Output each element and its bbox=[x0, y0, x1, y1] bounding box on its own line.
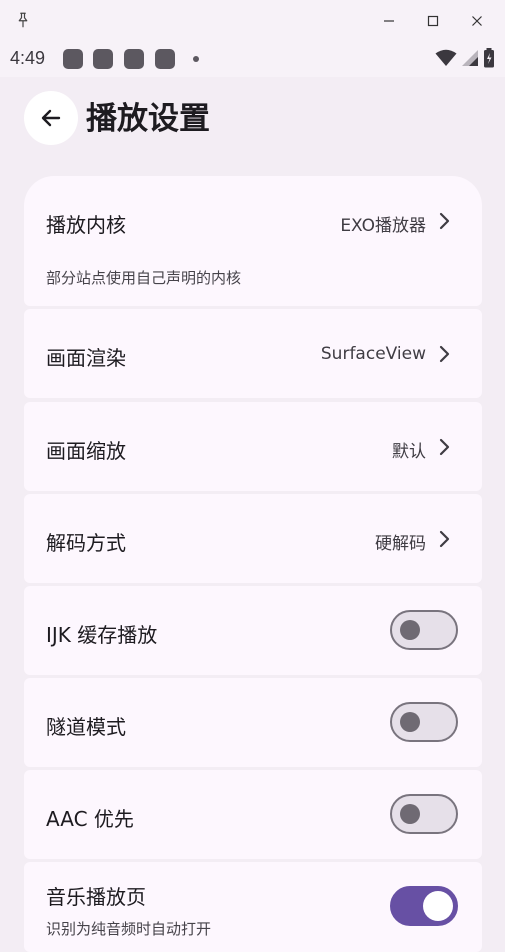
setting-value: 硬解码 bbox=[375, 534, 426, 554]
setting-value: 默认 bbox=[392, 442, 426, 462]
battery-icon bbox=[484, 48, 494, 68]
arrow-left-icon bbox=[41, 109, 61, 127]
setting-label: 音乐播放页 bbox=[46, 885, 146, 909]
setting-subtitle: 部分站点使用自己声明的内核 bbox=[46, 269, 242, 287]
tunnel-mode-toggle[interactable] bbox=[390, 702, 458, 742]
status-bar: 4:49 bbox=[0, 41, 505, 77]
setting-ijk-cache[interactable]: IJK 缓存播放 bbox=[24, 586, 482, 675]
notification-icon bbox=[155, 49, 175, 69]
toggle-knob bbox=[400, 804, 420, 824]
pin-icon[interactable] bbox=[14, 11, 32, 29]
minimize-icon bbox=[384, 19, 394, 22]
notification-icon bbox=[124, 49, 144, 69]
setting-label: 解码方式 bbox=[46, 531, 126, 555]
setting-subtitle: 识别为纯音频时自动打开 bbox=[46, 920, 212, 938]
app-header: 播放设置 bbox=[0, 77, 505, 167]
chevron-right-icon bbox=[439, 212, 450, 230]
setting-label: 画面渲染 bbox=[46, 346, 126, 370]
music-page-toggle[interactable] bbox=[390, 886, 458, 926]
setting-label: 播放内核 bbox=[46, 213, 126, 237]
setting-value: SurfaceView bbox=[320, 344, 426, 364]
window-controls bbox=[367, 0, 499, 41]
setting-label: AAC 优先 bbox=[46, 807, 134, 831]
window-titlebar bbox=[0, 0, 505, 41]
wifi-icon bbox=[435, 49, 457, 66]
more-notifications-dot bbox=[193, 56, 199, 62]
chevron-right-icon bbox=[439, 438, 450, 456]
window-minimize-button[interactable] bbox=[367, 0, 411, 41]
signal-icon bbox=[462, 50, 478, 66]
chevron-right-icon bbox=[439, 530, 450, 548]
toggle-knob bbox=[423, 891, 453, 921]
setting-scale[interactable]: 画面缩放 默认 bbox=[24, 402, 482, 491]
setting-value: EXO播放器 bbox=[340, 216, 426, 236]
close-icon bbox=[472, 15, 482, 26]
back-button[interactable] bbox=[24, 91, 78, 145]
toggle-knob bbox=[400, 620, 420, 640]
window-close-button[interactable] bbox=[455, 0, 499, 41]
maximize-icon bbox=[427, 15, 439, 26]
setting-music-page[interactable]: 音乐播放页 识别为纯音频时自动打开 bbox=[24, 862, 482, 952]
setting-label: 画面缩放 bbox=[46, 439, 126, 463]
aac-priority-toggle[interactable] bbox=[390, 794, 458, 834]
status-time: 4:49 bbox=[10, 48, 46, 68]
chevron-right-icon bbox=[439, 345, 450, 363]
setting-tunnel-mode[interactable]: 隧道模式 bbox=[24, 678, 482, 767]
setting-decode[interactable]: 解码方式 硬解码 bbox=[24, 494, 482, 583]
ijk-cache-toggle[interactable] bbox=[390, 610, 458, 650]
notification-icon bbox=[63, 49, 83, 69]
window-maximize-button[interactable] bbox=[411, 0, 455, 41]
setting-label: IJK 缓存播放 bbox=[46, 623, 158, 647]
setting-player-core[interactable]: 播放内核 EXO播放器 部分站点使用自己声明的内核 bbox=[24, 176, 482, 306]
toggle-knob bbox=[400, 712, 420, 732]
setting-render[interactable]: 画面渲染 SurfaceView bbox=[24, 309, 482, 398]
setting-label: 隧道模式 bbox=[46, 715, 126, 739]
page-title: 播放设置 bbox=[86, 101, 210, 137]
status-right-icons bbox=[435, 48, 495, 68]
notification-icon bbox=[93, 49, 113, 69]
setting-aac-priority[interactable]: AAC 优先 bbox=[24, 770, 482, 859]
